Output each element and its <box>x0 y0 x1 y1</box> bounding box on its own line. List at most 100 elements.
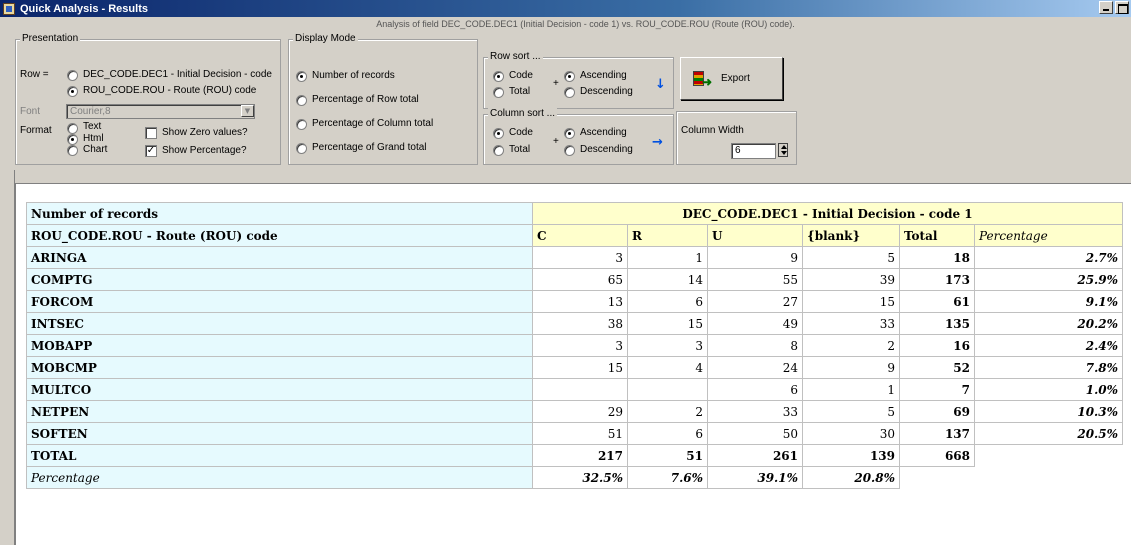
empty-cell <box>975 445 1123 467</box>
row-option-dec-label[interactable]: DEC_CODE.DEC1 - Initial Decision - code <box>83 69 272 80</box>
show-zero-label[interactable]: Show Zero values? <box>162 127 248 138</box>
row-sort-descending-radio[interactable] <box>564 87 575 98</box>
cell-r: 14 <box>627 268 708 291</box>
table-row: MOBAPP 3 3 8 2 16 2.4% <box>26 334 1123 357</box>
cell-c: 15 <box>532 356 628 379</box>
export-button[interactable]: ➜ Export <box>680 57 783 100</box>
presentation-group-label: Presentation <box>20 33 81 44</box>
show-percentage-label[interactable]: Show Percentage? <box>162 145 247 156</box>
format-chart-radio[interactable] <box>67 145 78 156</box>
total-u: 261 <box>707 444 803 467</box>
empty-cell <box>975 467 1123 489</box>
cell-r: 6 <box>627 422 708 445</box>
cell-c <box>532 378 628 401</box>
table-row: COMPTG 65 14 55 39 173 25.9% <box>26 268 1123 291</box>
cell-r <box>627 378 708 401</box>
column-field-header: DEC_CODE.DEC1 - Initial Decision - code … <box>532 202 1123 225</box>
maximize-button[interactable] <box>1115 1 1129 14</box>
display-mode-row-pct-radio[interactable] <box>296 95 307 106</box>
column-sort-descending-label[interactable]: Descending <box>580 144 633 155</box>
column-sort-total-radio[interactable] <box>493 145 504 156</box>
cell-blank: 1 <box>802 378 900 401</box>
cell-blank: 15 <box>802 290 900 313</box>
window-title: Quick Analysis - Results <box>20 2 148 15</box>
cell-blank: 5 <box>802 400 900 423</box>
grand-total: 668 <box>899 444 975 467</box>
display-mode-col-pct-radio[interactable] <box>296 119 307 130</box>
row-option-dec-radio[interactable] <box>67 70 78 81</box>
row-sort-ascending-label[interactable]: Ascending <box>580 70 627 81</box>
row-option-rou-radio[interactable] <box>67 86 78 97</box>
empty-cell <box>900 467 975 489</box>
column-width-spinner[interactable] <box>778 143 788 157</box>
table-row: INTSEC 38 15 49 33 135 20.2% <box>26 312 1123 335</box>
column-sort-code-label[interactable]: Code <box>509 127 533 138</box>
cell-total: 135 <box>899 312 975 335</box>
show-zero-checkbox[interactable] <box>145 127 157 139</box>
format-html-radio[interactable] <box>67 134 78 145</box>
column-sort-ascending-label[interactable]: Ascending <box>580 127 627 138</box>
column-width-input[interactable]: 6 <box>731 143 776 159</box>
cell-u: 24 <box>707 356 803 379</box>
format-chart-label[interactable]: Chart <box>83 144 107 155</box>
chevron-down-icon[interactable]: ▼ <box>241 105 254 117</box>
cell-r: 1 <box>627 246 708 269</box>
font-select[interactable]: Courier,8 <box>66 104 255 119</box>
cell-blank: 33 <box>802 312 900 335</box>
display-mode-records-label[interactable]: Number of records <box>312 70 395 81</box>
column-sort-ascending-radio[interactable] <box>564 128 575 139</box>
table-row: NETPEN 29 2 33 5 69 10.3% <box>26 400 1123 423</box>
format-text-label[interactable]: Text <box>83 121 101 132</box>
minimize-button[interactable] <box>1099 1 1113 14</box>
cell-c: 38 <box>532 312 628 335</box>
row-field-header: ROU_CODE.ROU - Route (ROU) code <box>26 224 533 247</box>
cell-u: 33 <box>707 400 803 423</box>
row-sort-code-radio[interactable] <box>493 71 504 82</box>
cell-u: 27 <box>707 290 803 313</box>
display-mode-records-radio[interactable] <box>296 71 307 82</box>
percentage-blank: 20.8% <box>802 466 900 489</box>
display-mode-row-pct-label[interactable]: Percentage of Row total <box>312 94 419 105</box>
cell-blank: 2 <box>802 334 900 357</box>
font-label: Font <box>20 106 41 117</box>
column-sort-plus: + <box>553 136 559 147</box>
cell-c: 3 <box>532 334 628 357</box>
export-icon: ➜ <box>693 70 712 88</box>
cell-percentage: 20.2% <box>974 312 1123 335</box>
display-mode-grand-pct-radio[interactable] <box>296 143 307 154</box>
column-sort-total-label[interactable]: Total <box>509 144 530 155</box>
row-sort-plus: + <box>553 78 559 89</box>
row-sort-descending-label[interactable]: Descending <box>580 86 633 97</box>
percentage-c: 32.5% <box>532 466 628 489</box>
show-percentage-checkbox[interactable]: ✓ <box>145 145 157 157</box>
cell-blank: 5 <box>802 246 900 269</box>
table-row: MOBCMP 15 4 24 9 52 7.8% <box>26 356 1123 379</box>
row-sort-total-radio[interactable] <box>493 87 504 98</box>
row-sort-ascending-radio[interactable] <box>564 71 575 82</box>
table-header-row-2: ROU_CODE.ROU - Route (ROU) code C R U {b… <box>26 224 1123 247</box>
row-sort-total-label[interactable]: Total <box>509 86 530 97</box>
cell-total: 52 <box>899 356 975 379</box>
column-header-u: U <box>707 224 803 247</box>
row-label: COMPTG <box>26 268 533 291</box>
cell-percentage: 7.8% <box>974 356 1123 379</box>
cell-percentage: 1.0% <box>974 378 1123 401</box>
column-sort-code-radio[interactable] <box>493 128 504 139</box>
row-label: MOBCMP <box>26 356 533 379</box>
percentage-row-label: Percentage <box>26 466 533 489</box>
row-option-rou-label[interactable]: ROU_CODE.ROU - Route (ROU) code <box>83 85 256 96</box>
format-html-label[interactable]: Html <box>83 133 104 144</box>
cell-total: 69 <box>899 400 975 423</box>
column-sort-descending-radio[interactable] <box>564 145 575 156</box>
cell-u: 55 <box>707 268 803 291</box>
cell-r: 2 <box>627 400 708 423</box>
column-sort-group: Column sort ... <box>483 108 674 165</box>
column-width-label: Column Width <box>681 125 744 136</box>
display-mode-grand-pct-label[interactable]: Percentage of Grand total <box>312 142 427 153</box>
cell-total: 7 <box>899 378 975 401</box>
row-sort-code-label[interactable]: Code <box>509 70 533 81</box>
display-mode-col-pct-label[interactable]: Percentage of Column total <box>312 118 433 129</box>
format-text-radio[interactable] <box>67 123 78 134</box>
cell-u: 8 <box>707 334 803 357</box>
row-label: NETPEN <box>26 400 533 423</box>
